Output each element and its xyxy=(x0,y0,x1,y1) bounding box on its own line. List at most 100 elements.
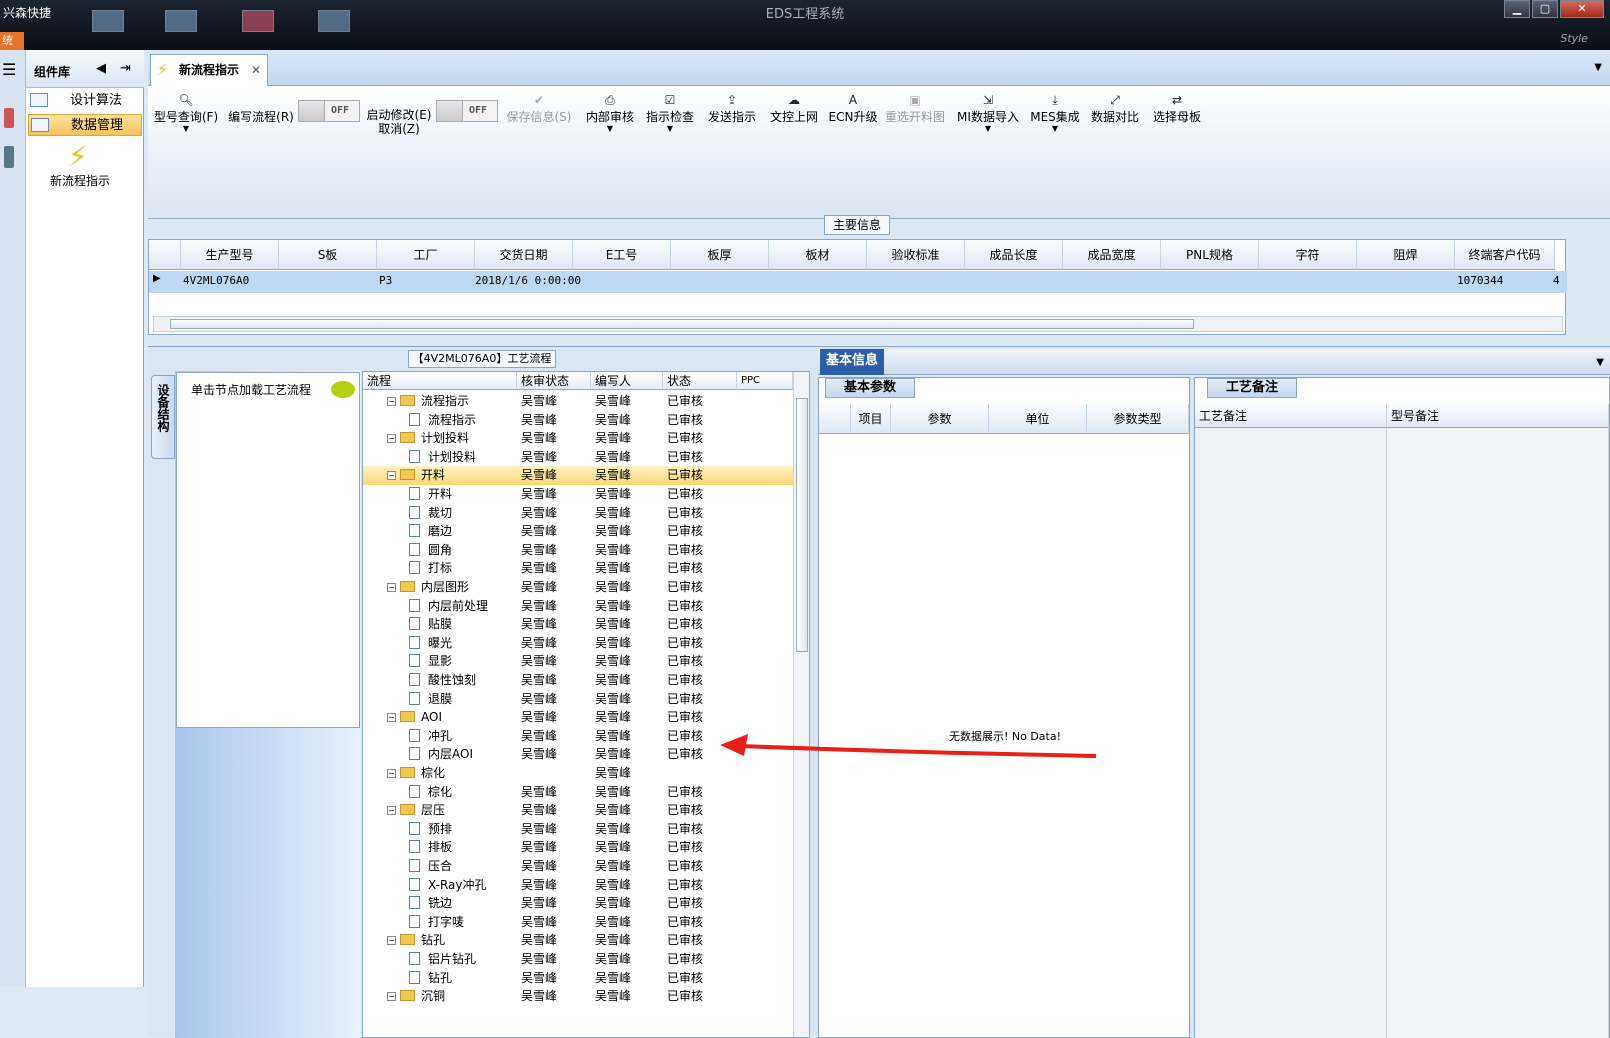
toolbox-icon[interactable] xyxy=(4,108,14,128)
tree-row[interactable]: 显影 吴雪峰 吴雪峰 已审核 xyxy=(363,652,793,671)
collapse-icon[interactable]: − xyxy=(387,936,396,946)
tree-row[interactable]: 打字唛 吴雪峰 吴雪峰 已审核 xyxy=(363,913,793,932)
taskbar-thumbnail[interactable] xyxy=(242,10,274,32)
col-header[interactable]: 核审状态 xyxy=(517,372,591,390)
tree-node[interactable]: 圆角 xyxy=(409,541,452,560)
tree-node[interactable]: − 内层图形 xyxy=(387,578,469,597)
tree-row[interactable]: 预排 吴雪峰 吴雪峰 已审核 xyxy=(363,820,793,839)
tree-row[interactable]: 打标 吴雪峰 吴雪峰 已审核 xyxy=(363,559,793,578)
orange-tab[interactable]: 统 xyxy=(0,32,24,50)
maximize-button[interactable]: ▢ xyxy=(1532,0,1558,18)
tree-node[interactable]: X-Ray冲孔 xyxy=(409,876,486,895)
tree-node[interactable]: 内层AOI xyxy=(409,745,473,764)
menu-icon[interactable]: ☰ xyxy=(2,60,16,79)
tree-node[interactable]: 计划投料 xyxy=(409,448,476,467)
tree-node[interactable]: 显影 xyxy=(409,652,452,671)
modify-toggle[interactable]: OFF xyxy=(436,100,498,122)
nav-item-design-algorithm[interactable]: 设计算法 xyxy=(28,90,142,112)
calculator-icon[interactable] xyxy=(4,146,14,168)
tree-node[interactable]: 铣边 xyxy=(409,894,452,913)
send-instruction-button[interactable]: ⇪ 发送指示 xyxy=(704,92,760,152)
tree-node[interactable]: − AOI xyxy=(387,708,442,727)
col-header[interactable]: 状态 xyxy=(663,372,737,390)
tree-node[interactable]: 裁切 xyxy=(409,504,452,523)
tab-basic-info[interactable]: 基本信息 xyxy=(820,349,884,375)
tree-node[interactable]: 开料 xyxy=(409,485,452,504)
tree-row[interactable]: 压合 吴雪峰 吴雪峰 已审核 xyxy=(363,857,793,876)
col-header[interactable]: 工厂 xyxy=(377,240,475,270)
reselect-cut-chart-button[interactable]: ▣ 重选开料图 xyxy=(882,92,948,152)
chevron-down-icon[interactable]: ▼ xyxy=(1596,357,1604,368)
minimize-button[interactable]: ▁ xyxy=(1504,0,1530,18)
tree-node[interactable]: − 开料 xyxy=(387,466,445,485)
sign-in-icon[interactable]: ⇥ xyxy=(120,61,131,76)
tree-node[interactable]: 曝光 xyxy=(409,634,452,653)
collapse-icon[interactable]: − xyxy=(387,583,396,592)
col-header[interactable]: 项目 xyxy=(851,404,891,434)
taskbar-thumbnail[interactable] xyxy=(165,10,197,32)
col-header[interactable]: 字符 xyxy=(1259,240,1357,270)
tree-node[interactable]: 钻孔 xyxy=(409,969,452,988)
close-button[interactable]: ✕ xyxy=(1560,0,1604,18)
write-flow-toggle[interactable]: OFF xyxy=(298,100,360,122)
tree-node[interactable]: 排板 xyxy=(409,838,452,857)
nav-item-data-management[interactable]: 数据管理 xyxy=(28,114,142,136)
tree-node[interactable]: − 钻孔 xyxy=(387,931,445,950)
collapse-icon[interactable]: − xyxy=(387,992,396,1002)
tree-node[interactable]: 贴膜 xyxy=(409,615,452,634)
tab-process-notes[interactable]: 工艺备注 xyxy=(1207,378,1297,398)
col-header[interactable]: 参数 xyxy=(891,404,989,434)
tree-row[interactable]: − 流程指示 吴雪峰 吴雪峰 已审核 xyxy=(363,392,793,411)
collapse-icon[interactable]: − xyxy=(387,471,396,481)
col-header[interactable]: 工艺备注 xyxy=(1195,404,1387,428)
col-header[interactable]: 流程 xyxy=(363,372,517,390)
tree-row[interactable]: − 棕化 吴雪峰 xyxy=(363,764,793,783)
process-notes-area[interactable] xyxy=(1195,428,1387,1038)
tree-row[interactable]: − 钻孔 吴雪峰 吴雪峰 已审核 xyxy=(363,931,793,950)
col-header[interactable]: 成品宽度 xyxy=(1063,240,1161,270)
col-header[interactable]: E工号 xyxy=(573,240,671,270)
mes-integration-button[interactable]: ⤓ MES集成 ▼ xyxy=(1026,92,1084,152)
model-notes-area[interactable] xyxy=(1387,428,1609,1038)
tree-row[interactable]: 铣边 吴雪峰 吴雪峰 已审核 xyxy=(363,894,793,913)
tree-row[interactable]: 铝片钻孔 吴雪峰 吴雪峰 已审核 xyxy=(363,950,793,969)
tree-node[interactable]: 酸性蚀刻 xyxy=(409,671,476,690)
col-header[interactable]: 生产型号 xyxy=(181,240,279,270)
tree-node[interactable]: 压合 xyxy=(409,857,452,876)
horizontal-scrollbar[interactable] xyxy=(153,316,1563,332)
col-header[interactable]: 参数类型 xyxy=(1087,404,1189,434)
col-header[interactable]: 交货日期 xyxy=(475,240,573,270)
collapse-icon[interactable]: − xyxy=(387,434,396,444)
tree-row[interactable]: − 层压 吴雪峰 吴雪峰 已审核 xyxy=(363,801,793,820)
start-modify-button[interactable]: 启动修改(E) 取消(Z) xyxy=(364,92,434,152)
tree-node[interactable]: 预排 xyxy=(409,820,452,839)
tree-row[interactable]: 棕化 吴雪峰 吴雪峰 已审核 xyxy=(363,783,793,802)
scroll-thumb[interactable] xyxy=(170,319,1194,329)
tree-row[interactable]: 内层前处理 吴雪峰 吴雪峰 已审核 xyxy=(363,597,793,616)
tree-node[interactable]: − 计划投料 xyxy=(387,429,469,448)
mi-import-button[interactable]: ⇲ MI数据导入 ▼ xyxy=(952,92,1024,152)
col-header[interactable]: 板材 xyxy=(769,240,867,270)
col-header[interactable]: 阻焊 xyxy=(1357,240,1455,270)
tree-row[interactable]: 磨边 吴雪峰 吴雪峰 已审核 xyxy=(363,522,793,541)
tab-equipment-structure[interactable]: 设备结构 xyxy=(151,375,175,459)
close-icon[interactable]: ✕ xyxy=(251,55,261,85)
scroll-thumb[interactable] xyxy=(796,398,808,652)
col-header[interactable]: 单位 xyxy=(989,404,1087,434)
col-header[interactable]: 板厚 xyxy=(671,240,769,270)
tab-new-flow[interactable]: ⚡ 新流程指示 ✕ xyxy=(150,54,268,86)
tree-node[interactable]: − 层压 xyxy=(387,801,445,820)
col-header[interactable]: 编写人 xyxy=(591,372,663,390)
tree-row[interactable]: − 沉铜 吴雪峰 吴雪峰 已审核 xyxy=(363,987,793,1006)
tree-node[interactable]: − 棕化 xyxy=(387,764,445,783)
tree-row[interactable]: X-Ray冲孔 吴雪峰 吴雪峰 已审核 xyxy=(363,876,793,895)
col-header[interactable]: 型号备注 xyxy=(1387,404,1609,428)
collapse-left-icon[interactable]: ◀ xyxy=(96,61,106,76)
collapse-icon[interactable]: − xyxy=(387,397,396,406)
col-header[interactable]: 终端客户代码 xyxy=(1455,240,1555,270)
tree-row[interactable]: − 计划投料 吴雪峰 吴雪峰 已审核 xyxy=(363,429,793,448)
tree-row[interactable]: 钻孔 吴雪峰 吴雪峰 已审核 xyxy=(363,969,793,988)
col-header[interactable]: PNL规格 xyxy=(1161,240,1259,270)
tree-node[interactable]: 打字唛 xyxy=(409,913,464,932)
lightning-icon[interactable]: ⚡ xyxy=(68,140,88,173)
